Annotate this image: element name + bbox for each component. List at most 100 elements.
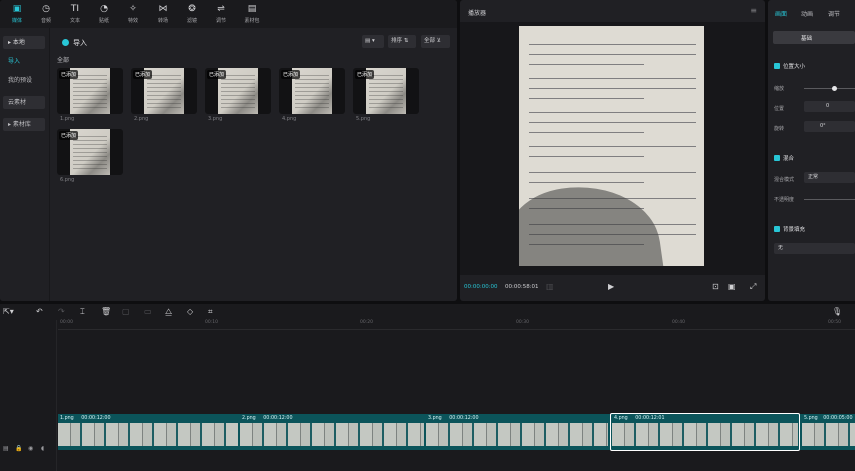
selected-clip-outline[interactable] bbox=[610, 413, 800, 451]
reverse-icon[interactable]: ▭ bbox=[144, 307, 152, 316]
view-mode-button[interactable]: ▤ ▾ bbox=[362, 35, 384, 48]
play-icon[interactable]: ▶ bbox=[608, 282, 614, 291]
tool-label: 音频 bbox=[40, 18, 51, 24]
select-tool-icon[interactable]: ⇱▾ bbox=[3, 307, 14, 316]
ruler-tick: 00:40 bbox=[672, 320, 685, 325]
tool-media[interactable]: ▣ 媒体 bbox=[5, 3, 29, 25]
background-fill-select[interactable]: 无 bbox=[774, 243, 855, 254]
tool-filter[interactable]: ❂ 滤镜 bbox=[180, 3, 204, 25]
tool-label: 素材包 bbox=[244, 18, 260, 24]
sidebar-item-local[interactable]: ▸ 本地 bbox=[3, 36, 45, 49]
media-thumbnail[interactable]: 已添加 bbox=[57, 129, 123, 175]
clip-thumbnails[interactable] bbox=[802, 423, 855, 446]
clip-duration: 00:00:12:00 bbox=[81, 416, 111, 421]
rotate-icon[interactable]: ◇ bbox=[187, 307, 193, 316]
position-field[interactable]: 0 bbox=[804, 101, 855, 112]
player-menu-icon[interactable]: ≡ bbox=[750, 6, 757, 15]
blend-mode-select[interactable]: 正常 bbox=[804, 172, 855, 183]
sidebar-item-library[interactable]: ▸ 素材库 bbox=[3, 118, 45, 131]
sidebar-item-presets[interactable]: 我的预设 bbox=[3, 74, 45, 87]
all-label: 全部 bbox=[57, 57, 70, 64]
time-ruler[interactable]: 00:00 00:10 00:20 00:30 00:40 00:50 bbox=[58, 320, 855, 330]
added-badge: 已添加 bbox=[59, 70, 79, 79]
tool-effects[interactable]: ✧ 特效 bbox=[121, 3, 145, 25]
fit-screen-icon[interactable]: ⊡ bbox=[712, 282, 719, 291]
added-badge: 已添加 bbox=[59, 131, 79, 140]
thumbnail-name: 6.png bbox=[60, 177, 75, 183]
tab-animation[interactable]: 动画 bbox=[801, 9, 813, 18]
scale-slider-handle[interactable] bbox=[832, 86, 837, 91]
opacity-slider[interactable] bbox=[804, 199, 855, 200]
ruler-tick: 00:10 bbox=[205, 320, 218, 325]
player-title: 播放器 bbox=[468, 10, 487, 17]
tool-label: 文本 bbox=[69, 18, 80, 24]
sub-tab-basic[interactable]: 基础 bbox=[773, 31, 855, 44]
tool-label: 媒体 bbox=[11, 18, 22, 24]
clip-thumbnails[interactable] bbox=[426, 423, 608, 446]
crop-icon[interactable]: ⌗ bbox=[208, 307, 213, 317]
blend-checkbox[interactable] bbox=[774, 155, 780, 161]
filter-button[interactable]: 全部 ⊻ bbox=[421, 35, 450, 48]
media-thumbnail[interactable]: 已添加 bbox=[353, 68, 419, 114]
clip-header[interactable]: 1.png 00:00:12:00 bbox=[58, 414, 240, 423]
clip-header[interactable]: 2.png 00:00:12:00 bbox=[240, 414, 426, 423]
media-thumbnail[interactable]: 已添加 bbox=[279, 68, 345, 114]
track-options-icon[interactable]: ▤ bbox=[3, 445, 9, 452]
ratio-icon[interactable]: ▣ bbox=[728, 282, 736, 291]
audio-toggle-icon[interactable]: ◖ bbox=[41, 445, 44, 452]
tab-adjust[interactable]: 调节 bbox=[828, 9, 840, 18]
import-icon bbox=[62, 39, 69, 46]
ruler-tick: 00:50 bbox=[828, 320, 841, 325]
sidebar-item-import[interactable]: 导入 bbox=[3, 55, 45, 68]
scale-slider[interactable] bbox=[804, 88, 855, 89]
section-position-size: 位置大小 bbox=[783, 64, 806, 70]
microphone-icon[interactable]: 🎙 bbox=[832, 307, 842, 316]
visibility-icon[interactable]: ◉ bbox=[28, 445, 33, 452]
clip-thumbnails[interactable] bbox=[240, 423, 424, 446]
lock-icon[interactable]: 🔒 bbox=[15, 445, 22, 452]
clip-name: 1.png bbox=[60, 416, 74, 421]
fullscreen-icon[interactable]: ⤢ bbox=[750, 282, 756, 292]
inspector-panel: 画面 动画 调节 基础 位置大小 缩放 位置 0 旋转 0° 混合 混合模式 正… bbox=[768, 0, 855, 301]
undo-icon[interactable]: ↶ bbox=[36, 307, 43, 316]
delete-icon[interactable]: 🗑 bbox=[101, 307, 111, 316]
mirror-icon[interactable]: ⧋ bbox=[165, 307, 172, 317]
tool-audio[interactable]: ◷ 音频 bbox=[34, 3, 58, 25]
clip-header[interactable]: 5.png 00:00:05:00 bbox=[802, 414, 855, 423]
split-icon[interactable]: ⌶ bbox=[80, 307, 85, 317]
clip-name: 5.png bbox=[804, 416, 818, 421]
freeze-icon[interactable]: ▢ bbox=[122, 307, 130, 316]
rotate-field[interactable]: 0° bbox=[804, 121, 855, 132]
total-timecode: 00:00:58:01 bbox=[505, 284, 539, 290]
redo-icon[interactable]: ↷ bbox=[58, 307, 65, 316]
media-thumbnail[interactable]: 已添加 bbox=[57, 68, 123, 114]
tool-adjust[interactable]: ⇌ 调节 bbox=[209, 3, 233, 25]
position-size-checkbox[interactable] bbox=[774, 63, 780, 69]
tool-sticker[interactable]: ◔ 贴纸 bbox=[92, 3, 116, 25]
sort-button[interactable]: 排序 ⇅ bbox=[388, 35, 416, 48]
tool-asset-pack[interactable]: ▤ 素材包 bbox=[240, 3, 264, 25]
preview-image bbox=[519, 26, 704, 266]
transition-icon: ⋈ bbox=[158, 4, 168, 14]
clip-thumbnails[interactable] bbox=[58, 423, 238, 446]
added-badge: 已添加 bbox=[133, 70, 153, 79]
timeline-panel: ⇱▾ ↶ ↷ ⌶ 🗑 ▢ ▭ ⧋ ◇ ⌗ 🎙 ▤ 🔒 ◉ ◖ 00:00 00:… bbox=[0, 304, 855, 471]
adjust-icon: ⇌ bbox=[217, 4, 225, 14]
background-fill-checkbox[interactable] bbox=[774, 226, 780, 232]
clip-duration: 00:00:12:00 bbox=[263, 416, 293, 421]
player-controls: 00:00:00:00 00:00:58:01 ▥ ▶ ⊡ ▣ ⤢ bbox=[460, 275, 765, 301]
import-button[interactable]: 导入 bbox=[59, 36, 99, 49]
tool-label: 特效 bbox=[127, 18, 138, 24]
clip-header[interactable]: 3.png 00:00:12:00 bbox=[426, 414, 610, 423]
tab-canvas[interactable]: 画面 bbox=[775, 9, 787, 18]
media-thumbnail[interactable]: 已添加 bbox=[131, 68, 197, 114]
tool-text[interactable]: TI 文本 bbox=[63, 3, 87, 25]
sidebar-item-cloud[interactable]: 云素材 bbox=[3, 96, 45, 109]
ruler-tick: 00:20 bbox=[360, 320, 373, 325]
media-grid-area: 导入 ▤ ▾ 排序 ⇅ 全部 ⊻ 全部 已添加 1.png 已添加 2.png … bbox=[51, 28, 457, 301]
tool-label: 调节 bbox=[215, 18, 226, 24]
grid-toggle-icon[interactable]: ▥ bbox=[546, 282, 554, 291]
media-thumbnail[interactable]: 已添加 bbox=[205, 68, 271, 114]
thumbnail-name: 5.png bbox=[356, 116, 371, 122]
tool-transition[interactable]: ⋈ 转场 bbox=[151, 3, 175, 25]
